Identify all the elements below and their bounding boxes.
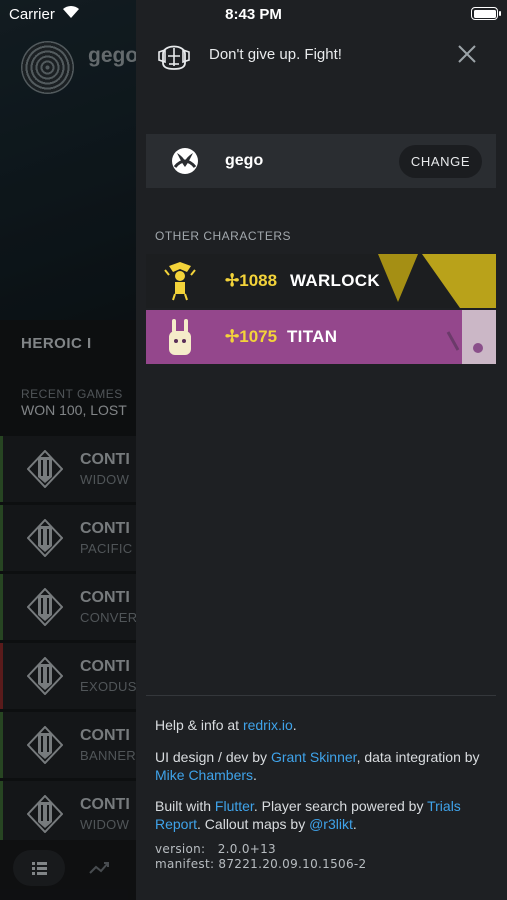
redrix-link[interactable]: redrix.io <box>243 717 293 733</box>
warlock-icon <box>164 262 196 301</box>
help-suffix: . <box>292 717 297 733</box>
divider <box>146 695 496 696</box>
light-level: ✢1088 <box>225 271 278 290</box>
current-account: gego CHANGE <box>146 134 496 188</box>
built-suffix: . <box>352 816 357 832</box>
help-info-text: Help & info at redrix.io. <box>155 716 485 734</box>
change-account-button[interactable]: CHANGE <box>399 145 482 178</box>
warlock-emblem-art <box>378 254 496 308</box>
side-drawer: Don't give up. Fight! gego CHANGE OTHER … <box>136 0 507 900</box>
grant-skinner-link[interactable]: Grant Skinner <box>271 749 357 765</box>
drawer-tagline: Don't give up. Fight! <box>209 46 342 63</box>
account-name: gego <box>225 152 264 169</box>
scrim-overlay[interactable] <box>0 0 140 900</box>
close-icon[interactable] <box>457 44 477 64</box>
version-info: version: 2.0.0+13 manifest: 87221.20.09.… <box>155 842 366 872</box>
design-mid: , data integration by <box>356 749 480 765</box>
battery-icon <box>471 7 501 20</box>
guardian-helmet-icon <box>158 45 190 70</box>
other-characters-heading: OTHER CHARACTERS <box>155 229 292 243</box>
character-row-warlock[interactable]: ✢1088 WARLOCK <box>146 254 496 308</box>
built-mid2: . Callout maps by <box>197 816 310 832</box>
xbox-icon <box>172 148 198 174</box>
design-prefix: UI design / dev by <box>155 749 271 765</box>
credits-text: UI design / dev by Grant Skinner, data i… <box>155 748 485 784</box>
help-prefix: Help & info at <box>155 717 243 733</box>
titan-icon <box>169 319 191 355</box>
built-prefix: Built with <box>155 798 215 814</box>
manifest-text: manifest: 87221.20.09.10.1506-2 <box>155 857 367 871</box>
built-with-text: Built with Flutter. Player search powere… <box>155 797 485 833</box>
titan-emblem-art <box>446 310 496 364</box>
light-level: ✢1075 <box>225 327 278 346</box>
version-text: version: 2.0.0+13 <box>155 842 276 856</box>
r3likt-link[interactable]: @r3likt <box>309 816 353 832</box>
player-screen: gego HEROIC I RECENT GAMES WON 100, LOST… <box>0 0 140 900</box>
character-row-titan[interactable]: ✢1075 TITAN <box>146 310 496 364</box>
character-class: TITAN <box>287 327 338 346</box>
mike-chambers-link[interactable]: Mike Chambers <box>155 767 253 783</box>
clock: 8:43 PM <box>225 6 282 23</box>
design-suffix: . <box>253 767 257 783</box>
status-bar: Carrier 8:43 PM <box>0 0 507 28</box>
app-screen: gego HEROIC I RECENT GAMES WON 100, LOST… <box>0 0 507 900</box>
flutter-link[interactable]: Flutter <box>215 798 254 814</box>
built-mid: . Player search powered by <box>253 798 428 814</box>
